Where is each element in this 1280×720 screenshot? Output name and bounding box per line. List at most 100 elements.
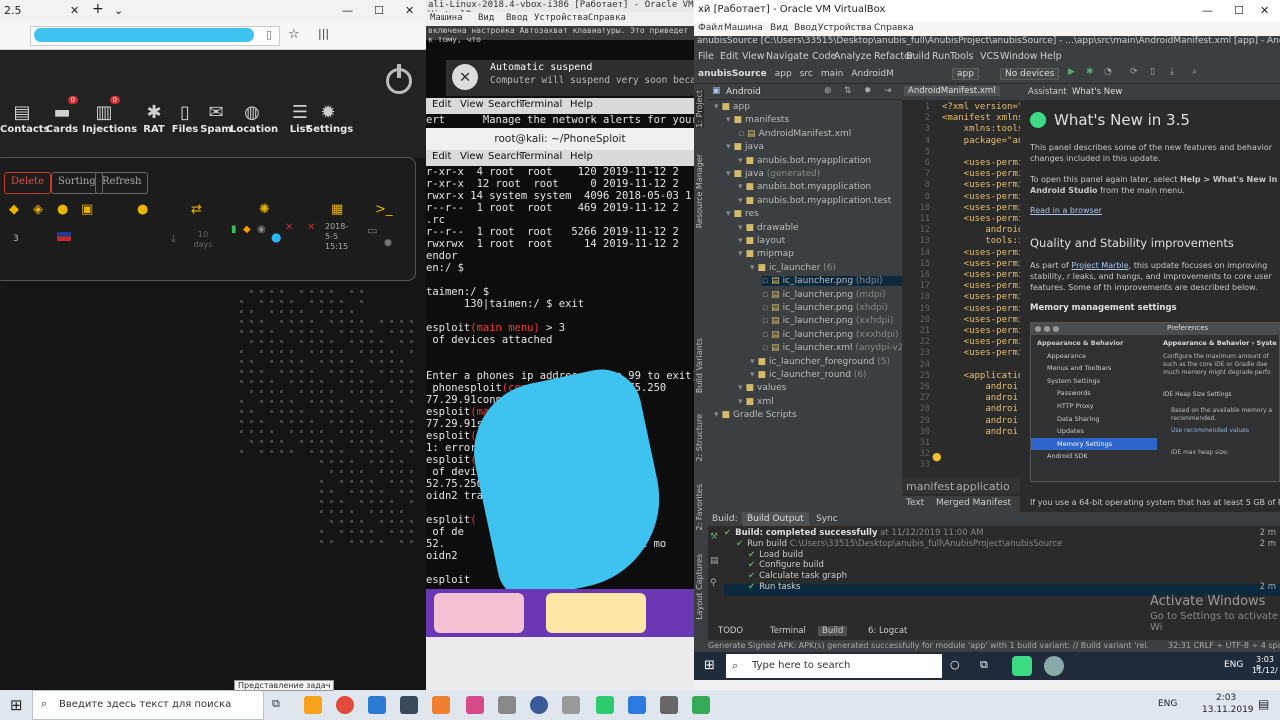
- build-line[interactable]: ✔ Run build C:\Users\33515\Desktop\anubis…: [736, 539, 1062, 549]
- vbox-menu-item[interactable]: Устройства: [818, 23, 872, 33]
- structure-tab[interactable]: 2: Structure: [695, 414, 704, 462]
- editor-crumb-application[interactable]: applicatio: [956, 480, 1010, 493]
- close-tab-icon[interactable]: ✕: [70, 4, 79, 17]
- avd-icon[interactable]: ▯: [1150, 67, 1155, 77]
- tree-node[interactable]: ▾ ■ java (generated): [726, 169, 820, 179]
- sync-tab[interactable]: Sync: [816, 514, 838, 524]
- editor-tab-manifest[interactable]: AndroidManifest.xml: [904, 86, 1000, 96]
- terminal-menu-terminal[interactable]: Terminal: [520, 151, 562, 162]
- project-view-select[interactable]: Android: [726, 87, 761, 97]
- device-select[interactable]: No devices: [1000, 68, 1060, 80]
- read-in-browser-link[interactable]: Read in a browser: [1030, 206, 1102, 215]
- terminal-menu-view[interactable]: View: [460, 151, 484, 162]
- breadcrumb-item[interactable]: app: [775, 69, 792, 79]
- minimize-icon[interactable]: —: [342, 4, 353, 17]
- build-output-tab[interactable]: Build Output: [742, 512, 809, 526]
- vbox-menu-item[interactable]: Вид: [478, 13, 494, 23]
- pin-icon[interactable]: ⚲: [710, 578, 717, 588]
- resource-manager-tab[interactable]: Resource Manager: [695, 154, 704, 228]
- maximize-icon[interactable]: ☐: [374, 4, 384, 17]
- build-variants-tab[interactable]: Build Variants: [695, 338, 704, 393]
- tool-tab-0[interactable]: TODO: [718, 626, 743, 636]
- winrar-icon[interactable]: [466, 696, 484, 714]
- tree-node[interactable]: ▾ ■ app: [714, 102, 750, 112]
- window-close-icon[interactable]: ✕: [1260, 4, 1269, 17]
- app-icon[interactable]: [432, 696, 450, 714]
- sdk-icon[interactable]: ⤓: [1170, 67, 1174, 77]
- menu-build[interactable]: Build: [906, 51, 930, 62]
- layout-captures-tab[interactable]: Layout Captures: [695, 554, 704, 620]
- vbox-menu-item[interactable]: Устройства: [534, 13, 588, 23]
- monitor-icon[interactable]: ▭: [367, 224, 377, 237]
- new-tab-icon[interactable]: +: [92, 1, 104, 17]
- menu-help[interactable]: Help: [1040, 51, 1062, 62]
- menu-vcs[interactable]: VCS: [980, 51, 999, 62]
- window-close-icon[interactable]: ✕: [405, 4, 414, 17]
- tree-node[interactable]: ▾ ■ anubis.bot.myapplication: [738, 182, 871, 192]
- minimize-icon[interactable]: —: [1202, 4, 1213, 17]
- delete-button[interactable]: Delete: [4, 172, 51, 194]
- host-clock-time[interactable]: 2:03: [1216, 693, 1236, 703]
- nav-item-cards[interactable]: ▬ Cards 0: [40, 96, 84, 135]
- vm-lang[interactable]: ENG: [1224, 660, 1243, 670]
- breadcrumb-item[interactable]: src: [800, 69, 813, 79]
- menu-analyze[interactable]: Analyze: [834, 51, 871, 62]
- vm-search-box[interactable]: ⌕ Type here to search: [726, 654, 942, 678]
- project-marble-link[interactable]: Project Marble: [1071, 261, 1128, 270]
- host-search-box[interactable]: ⌕ Введите здесь текст для поиска: [32, 690, 264, 720]
- run-icon[interactable]: ▶: [1068, 67, 1075, 77]
- terminal-menu-help[interactable]: Help: [570, 151, 593, 162]
- merged-manifest-tab[interactable]: Merged Manifest: [936, 498, 1011, 508]
- edge-icon[interactable]: [628, 696, 646, 714]
- menu-run[interactable]: Run: [932, 51, 950, 62]
- host-clock-date[interactable]: 13.11.2019: [1202, 705, 1254, 715]
- app-icon[interactable]: [498, 696, 516, 714]
- tab-list-chevron-icon[interactable]: ⌄: [114, 4, 123, 17]
- windows-start-icon[interactable]: ⊞: [704, 658, 715, 673]
- nav-item-location[interactable]: ◍ Location: [230, 102, 278, 135]
- collapse-icon[interactable]: ⇅: [844, 86, 852, 96]
- suspend-notification[interactable]: ✕ Automatic suspend Computer will suspen…: [446, 60, 694, 96]
- virtualbox-icon[interactable]: [400, 696, 418, 714]
- tree-node[interactable]: ▫ ▤ ic_launcher.png (xhdpi): [762, 303, 888, 313]
- favorite-star-icon[interactable]: ☆: [288, 27, 300, 42]
- tree-node[interactable]: ▾ ■ anubis.bot.myapplication: [738, 156, 871, 166]
- gear-icon[interactable]: ✹: [383, 236, 393, 250]
- tool-tab-1[interactable]: Terminal: [770, 626, 806, 636]
- breadcrumb-item[interactable]: anubisSource: [698, 69, 767, 79]
- filter-icon[interactable]: ▤: [710, 556, 719, 566]
- tree-node[interactable]: ▫ ▤ ic_launcher.png (mdpi): [762, 290, 886, 300]
- build-line[interactable]: ✔ Run tasks: [748, 582, 800, 592]
- code-editor[interactable]: AndroidManifest.xml 1 2 3 4 5 6 7 8 9 10 11 12 13 14 1…: [902, 84, 1045, 494]
- search-icon[interactable]: ⌕: [1192, 67, 1197, 77]
- app-icon[interactable]: [562, 696, 580, 714]
- project-tool-tab[interactable]: 1: Project: [695, 90, 704, 128]
- tree-node[interactable]: ▾ ■ values: [738, 383, 786, 393]
- tool-tab-2[interactable]: Build: [818, 626, 848, 636]
- terminal-menu-search[interactable]: Search: [488, 151, 522, 162]
- hammer-icon[interactable]: ⚒: [710, 532, 718, 542]
- tab-version[interactable]: 2.5: [4, 4, 22, 17]
- menu-edit[interactable]: Edit: [720, 51, 738, 62]
- favorites-tab[interactable]: 2: Favorites: [695, 484, 704, 530]
- file-explorer-icon[interactable]: [304, 696, 322, 714]
- menu-window[interactable]: Window: [1000, 51, 1037, 62]
- whats-new-tab[interactable]: What's New: [1072, 87, 1122, 97]
- app-icon[interactable]: [660, 696, 678, 714]
- vbox-menu-item[interactable]: Файл: [698, 23, 723, 33]
- terminal-menu-view[interactable]: View: [460, 99, 484, 110]
- menu-tools[interactable]: Tools: [950, 51, 973, 62]
- menu-code[interactable]: Code: [812, 51, 836, 62]
- android-studio-taskbar-icon[interactable]: [1012, 656, 1032, 676]
- text-tab[interactable]: Text: [906, 498, 924, 508]
- task-view-icon[interactable]: ⧉: [272, 697, 280, 711]
- terminal-menu-edit[interactable]: Edit: [432, 151, 451, 162]
- build-line[interactable]: ✔ Load build: [748, 550, 803, 560]
- vm-clock-date[interactable]: 11/12/: [1252, 666, 1278, 675]
- vbox-menu-item[interactable]: Ввод: [794, 23, 817, 33]
- gear-icon[interactable]: ✹: [864, 86, 872, 96]
- profile-icon[interactable]: ◔: [1104, 67, 1112, 77]
- host-lang[interactable]: ENG: [1158, 699, 1177, 709]
- tree-node[interactable]: ▫ ▤ ic_launcher.png (xxxhdpi): [762, 330, 899, 340]
- nav-item-settings[interactable]: ✹ Settings: [306, 102, 353, 135]
